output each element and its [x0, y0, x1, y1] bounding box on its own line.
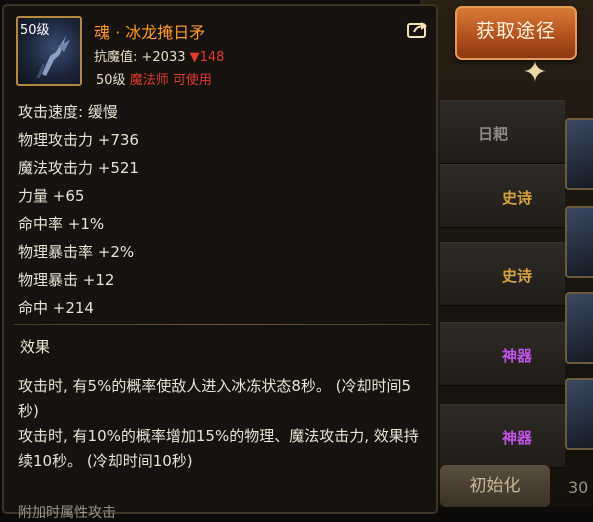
effect-line: 攻击时, 有10%的概率增加15%的物理、魔法攻击力, 效果持续10秒。 (冷却… [18, 427, 419, 470]
rarity-tag: 史诗 [502, 189, 533, 207]
stat-attack-speed: 攻击速度: 缓慢 [18, 103, 118, 121]
reset-button[interactable]: 初始化 [440, 465, 550, 507]
stat-physical-attack: 物理攻击力 +736 [18, 131, 139, 149]
rarity-tag: 史诗 [502, 267, 533, 285]
item-thumbnail[interactable] [565, 206, 593, 278]
required-level: 50级 [96, 73, 126, 88]
item-thumbnail[interactable] [565, 378, 593, 450]
stat-strength: 力量 +65 [18, 187, 85, 205]
stat-magic-attack: 魔法攻击力 +521 [18, 159, 139, 177]
effect-description: 攻击时, 有5%的概率使敌人进入冰冻状态8秒。 (冷却时间5秒) 攻击时, 有1… [18, 374, 428, 474]
edge-digits: 30 [568, 478, 589, 497]
item-thumbnail[interactable] [565, 292, 593, 364]
stat-hit-rate: 命中率 +1% [18, 215, 105, 233]
requirement: 50级 魔法师 可使用 [96, 69, 212, 88]
list-item[interactable]: 神器 [440, 404, 565, 468]
effect-title: 效果 [20, 338, 51, 356]
rarity-tag: 神器 [502, 429, 533, 447]
stat-hit: 命中 +214 [18, 299, 94, 317]
item-thumbnail[interactable] [565, 118, 593, 190]
item-name: 魂 · 冰龙掩日矛 [94, 23, 206, 42]
resist-value: +2033 [141, 50, 186, 65]
stat-physical-crit-rate: 物理暴击率 +2% [18, 243, 135, 261]
stat-list: 攻击速度: 缓慢 物理攻击力 +736 魔法攻击力 +521 力量 +65 命中… [18, 98, 139, 322]
item-tooltip: 50级 魂 · 冰龙掩日矛 抗魔值: +2033 ▼148 50级 魔法师 可使… [2, 4, 438, 521]
list-item[interactable]: 日耙 [440, 100, 565, 164]
resist-stat: 抗魔值: +2033 ▼148 [94, 46, 224, 65]
rarity-tag: 日耙 [478, 125, 509, 143]
rarity-tag: 神器 [502, 347, 533, 365]
resist-label: 抗魔值: [94, 50, 142, 65]
spear-icon [36, 36, 70, 78]
list-item[interactable]: 神器 [440, 322, 565, 386]
effect-truncated-line: 附加时属性攻击 [18, 505, 116, 521]
list-item[interactable]: 史诗 [440, 164, 565, 228]
acquire-source-button[interactable]: 获取途径 [455, 6, 577, 60]
list-item[interactable]: 史诗 [440, 242, 565, 306]
share-icon[interactable] [407, 20, 429, 38]
sparkle-icon: ✦ [522, 55, 548, 90]
stat-physical-crit: 物理暴击 +12 [18, 271, 115, 289]
effect-line: 攻击时, 有5%的概率使敌人进入冰冻状态8秒。 (冷却时间5秒) [18, 377, 412, 420]
required-class: 魔法师 可使用 [129, 73, 212, 88]
resist-diff: ▼148 [189, 50, 225, 65]
item-icon: 50级 [16, 16, 82, 86]
divider [14, 324, 430, 325]
